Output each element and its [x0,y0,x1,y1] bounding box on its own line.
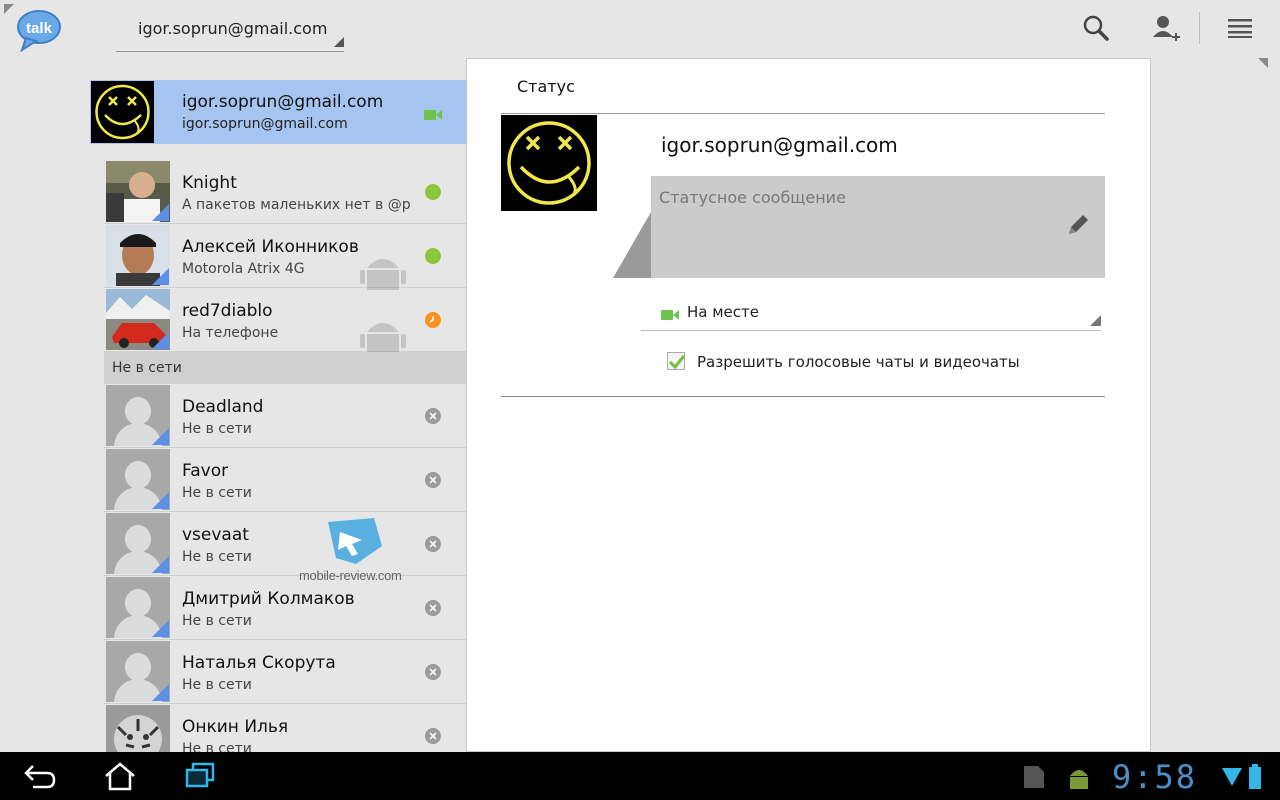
presence-available-icon [425,184,441,200]
panel-title: Статус [517,77,575,96]
action-bar: talk igor.soprun@gmail.com [0,0,1280,68]
contact-badge [152,492,169,509]
video-icon [661,306,679,325]
contact-badge [152,428,169,445]
action-bar-divider [1199,12,1200,44]
home-icon[interactable] [96,758,144,794]
selection-pointer [452,86,466,138]
video-icon [424,106,442,125]
android-debug-icon [1066,764,1092,794]
presence-offline-icon [425,536,441,552]
contact-status: Не в сети [182,421,252,437]
contact-badge [152,556,169,573]
contact-status: Не в сети [182,741,252,752]
contact-name: Наталья Скорута [182,653,336,673]
search-icon[interactable] [1078,10,1114,46]
contact-row[interactable]: Алексей Иконников Motorola Atrix 4G [104,224,466,290]
profile-avatar[interactable] [501,115,597,211]
contact-row[interactable]: Дмитрий Колмаков Не в сети [104,576,466,640]
pencil-icon[interactable] [1065,212,1091,242]
dropdown-indicator-icon [334,37,344,47]
voice-video-checkbox[interactable] [667,352,686,370]
contact-list[interactable]: Knight А пакетов маленьких нет в @pere А… [104,160,466,752]
contact-badge [152,332,169,349]
contact-status: Не в сети [182,613,252,629]
checkmark-icon [668,355,686,370]
divider [501,113,1105,114]
offline-section-label: Не в сети [112,360,182,376]
contact-row[interactable]: Deadland Не в сети [104,384,466,448]
presence-selector-label: На месте [687,303,759,321]
contact-row[interactable]: Knight А пакетов маленьких нет в @pere [104,160,466,224]
contact-badge [152,684,169,701]
contact-row[interactable]: Favor Не в сети [104,448,466,512]
account-selector[interactable]: igor.soprun@gmail.com [116,10,344,52]
presence-selector[interactable]: На месте [641,297,1101,331]
contact-name: Favor [182,461,229,481]
contact-badge [152,268,169,285]
contact-row[interactable]: red7diablo На телефоне [104,288,466,354]
wifi-icon [1222,766,1242,792]
status-detail-panel: Статус igor.soprun@gmail.com Статусное с… [466,58,1151,752]
contact-name: Дмитрий Колмаков [182,589,355,609]
presence-offline-icon [425,664,441,680]
recent-apps-icon[interactable] [176,758,224,794]
self-avatar [91,81,154,143]
contact-row[interactable]: Онкин Илья Не в сети [104,704,466,752]
voice-video-label: Разрешить голосовые чаты и видеочаты [697,353,1020,371]
presence-offline-icon [425,472,441,488]
offline-section-header: Не в сети [104,352,466,384]
menu-icon[interactable] [1222,10,1258,46]
contact-photo [106,705,170,752]
system-bar: 9:58 [0,752,1280,800]
dropdown-indicator-icon [1090,315,1101,326]
watermark-logo-icon [328,518,382,564]
contact-name: Онкин Илья [182,717,289,737]
self-name: igor.soprun@gmail.com [182,92,384,112]
contact-status: Не в сети [182,485,252,501]
status-message-input[interactable]: Статусное сообщение [651,176,1105,278]
account-selector-label: igor.soprun@gmail.com [138,19,328,38]
corner-indicator [4,4,14,14]
battery-icon [1248,764,1262,794]
contact-name: Deadland [182,397,264,417]
self-account-row[interactable]: igor.soprun@gmail.com igor.soprun@gmail.… [90,80,466,144]
contact-row[interactable]: Наталья Скорута Не в сети [104,640,466,704]
presence-available-icon [425,248,441,264]
sd-card-icon [1020,764,1046,794]
corner-indicator [1258,58,1268,68]
talk-logo-icon[interactable]: talk [16,8,62,53]
presence-away-icon [425,312,441,328]
contact-name: Алексей Иконников [182,237,359,257]
contact-name: red7diablo [182,301,273,321]
contact-row[interactable]: vsevaat Не в сети [104,512,466,576]
presence-offline-icon [425,728,441,744]
back-icon[interactable] [16,758,64,794]
contact-badge [152,620,169,637]
watermark-text: mobile-review.com [299,568,402,583]
status-callout-fold [613,212,651,278]
contact-name: Knight [182,173,237,193]
add-contact-icon[interactable] [1148,10,1184,46]
contact-status: Не в сети [182,677,252,693]
status-message-placeholder: Статусное сообщение [659,188,846,207]
talk-logo-text: talk [26,20,53,37]
presence-offline-icon [425,600,441,616]
divider [501,396,1105,397]
contact-status: А пакетов маленьких нет в @pere [182,197,410,213]
contact-badge [152,204,169,221]
contact-name: vsevaat [182,525,249,545]
self-subtitle: igor.soprun@gmail.com [182,116,348,132]
profile-email: igor.soprun@gmail.com [661,133,898,157]
watermark: mobile-review.com [296,516,408,586]
presence-offline-icon [425,408,441,424]
clock: 9:58 [1112,758,1198,796]
